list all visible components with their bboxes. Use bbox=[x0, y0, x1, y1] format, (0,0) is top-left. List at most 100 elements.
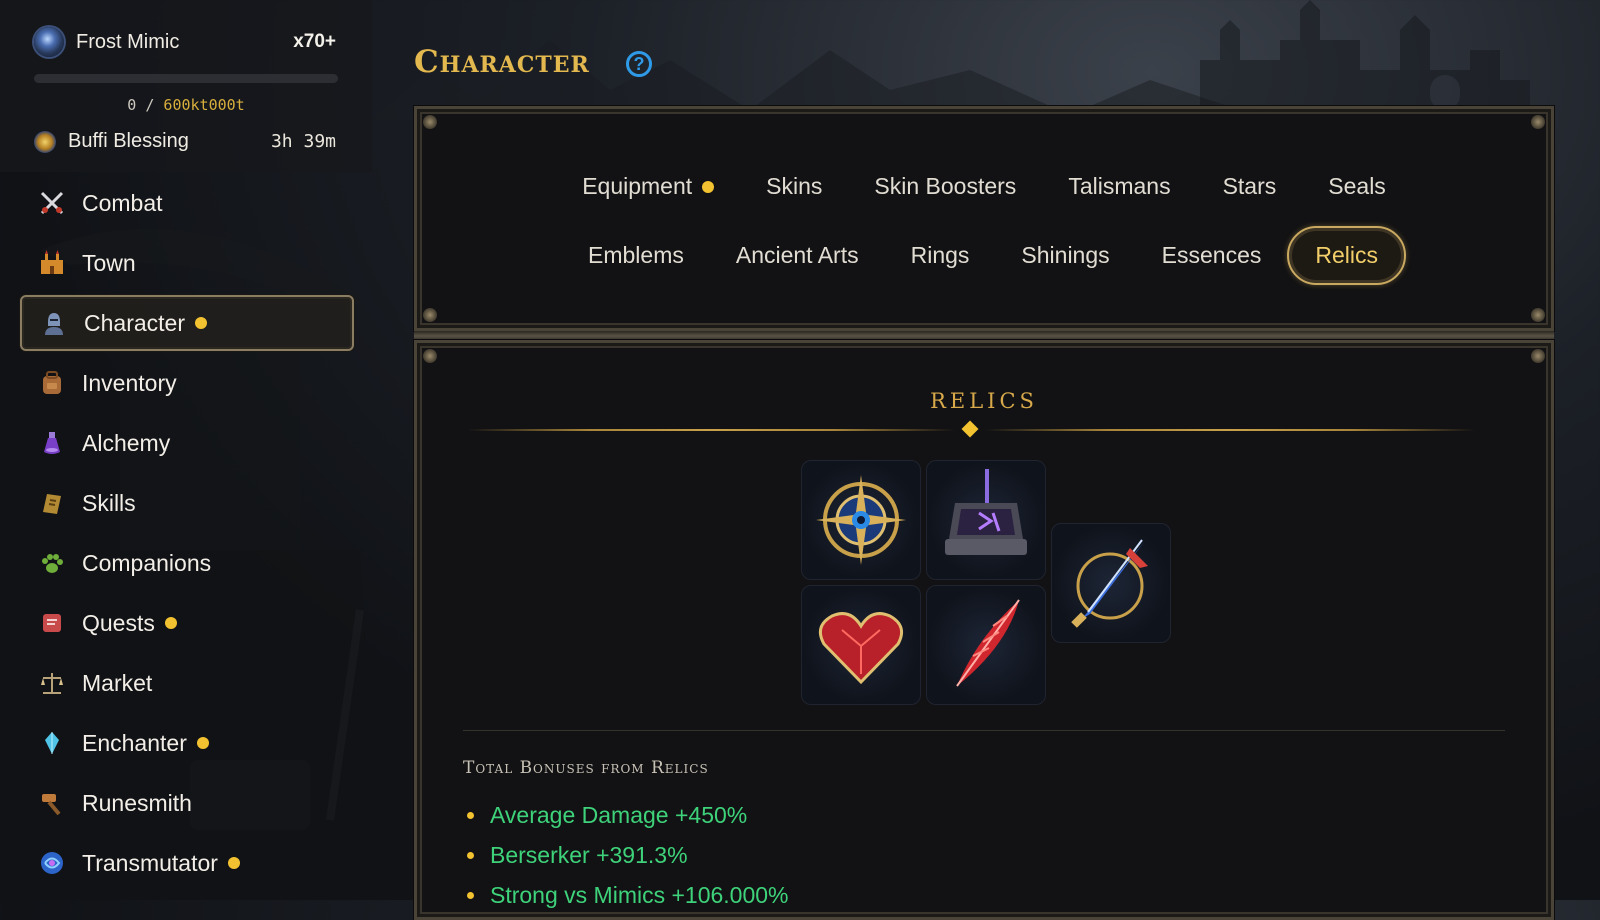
tab-label: Stars bbox=[1222, 173, 1277, 199]
buff-row[interactable]: Buffi Blessing 3h 39m bbox=[34, 130, 336, 153]
buff-timer: 3h 39m bbox=[270, 131, 336, 152]
profile-panel: Frost Mimic x70+ 0 / 600kt000t Buffi Ble… bbox=[0, 0, 372, 172]
notification-dot bbox=[194, 317, 207, 329]
relics-panel: RELICS Total Bonuses from Relics Average… bbox=[414, 340, 1554, 920]
xp-progress-bar bbox=[34, 74, 338, 83]
crimson-feather-relic-icon[interactable] bbox=[926, 585, 1046, 705]
sidebar-item-combat[interactable]: Combat bbox=[20, 175, 354, 231]
xp-cap: 600kt000t bbox=[163, 96, 245, 114]
backpack-icon bbox=[38, 369, 66, 397]
sidebar-item-inventory[interactable]: Inventory bbox=[20, 355, 354, 411]
sidebar-item-label: Town bbox=[82, 249, 136, 276]
frame-rivet bbox=[423, 308, 437, 322]
frame-rivet bbox=[1531, 115, 1545, 129]
tab-relics[interactable]: Relics bbox=[1287, 226, 1406, 285]
ornament-divider bbox=[985, 429, 1475, 431]
hammer-icon bbox=[38, 789, 66, 817]
notification-dot bbox=[196, 737, 209, 749]
sidebar-item-label: Enchanter bbox=[82, 729, 187, 756]
sidebar-item-label: Skills bbox=[82, 489, 136, 516]
tab-shinings[interactable]: Shinings bbox=[995, 228, 1135, 283]
sidebar-item-transmutator[interactable]: Transmutator bbox=[20, 835, 354, 891]
sidebar-item-alchemy[interactable]: Alchemy bbox=[20, 415, 354, 471]
help-icon[interactable]: ? bbox=[626, 51, 652, 77]
rune-anvil-relic-icon[interactable] bbox=[926, 460, 1046, 580]
tab-label: Ancient Arts bbox=[735, 242, 859, 268]
tab-label: Seals bbox=[1328, 173, 1386, 199]
ornament-divider bbox=[467, 429, 955, 431]
compass-relic-icon[interactable] bbox=[801, 460, 921, 580]
tab-ancient-arts[interactable]: Ancient Arts bbox=[710, 228, 885, 283]
bonus-text: Average Damage +450% bbox=[490, 801, 748, 828]
profile-row: Frost Mimic x70+ bbox=[34, 27, 336, 57]
tab-label: Shinings bbox=[1021, 242, 1110, 268]
sidebar-item-label: Combat bbox=[82, 189, 163, 216]
frame-rivet bbox=[423, 349, 437, 363]
sidebar-item-skills[interactable]: Skills bbox=[20, 475, 354, 531]
sidebar-item-quests[interactable]: Quests bbox=[20, 595, 354, 651]
sidebar-item-label: Alchemy bbox=[82, 429, 171, 456]
bonus-item: Average Damage +450% bbox=[463, 795, 789, 835]
potion-icon bbox=[38, 429, 66, 457]
knight-helmet-icon bbox=[40, 309, 68, 337]
blessing-icon bbox=[34, 130, 56, 153]
tab-label: Relics bbox=[1315, 242, 1378, 268]
crystal-heart-relic-icon[interactable] bbox=[801, 585, 921, 705]
sidebar-item-character[interactable]: Character bbox=[20, 295, 354, 351]
sidebar-item-town[interactable]: Town bbox=[20, 235, 354, 291]
page-title: Character bbox=[414, 44, 590, 80]
tab-label: Essences bbox=[1161, 242, 1262, 268]
tab-label: Rings bbox=[910, 242, 970, 268]
sidebar-item-companions[interactable]: Companions bbox=[20, 535, 354, 591]
castle-icon bbox=[38, 249, 66, 277]
notification-dot bbox=[227, 857, 240, 869]
tab-equipment[interactable]: Equipment bbox=[556, 159, 740, 214]
crossed-swords-icon bbox=[38, 189, 66, 217]
xp-current: 0 bbox=[127, 96, 137, 114]
tab-essences[interactable]: Essences bbox=[1136, 228, 1288, 283]
tab-rings[interactable]: Rings bbox=[885, 228, 996, 283]
xp-separator: / bbox=[145, 96, 155, 114]
tab-emblems[interactable]: Emblems bbox=[562, 228, 710, 283]
frame-rivet bbox=[1531, 308, 1545, 322]
sidebar-item-label: Inventory bbox=[82, 369, 177, 396]
sidebar-item-label: Runesmith bbox=[82, 789, 192, 816]
sidebar-item-label: Transmutator bbox=[82, 849, 218, 876]
sidebar-item-label: Companions bbox=[82, 549, 212, 576]
tab-label: Skin Boosters bbox=[874, 173, 1017, 199]
diamond-ornament-icon bbox=[961, 420, 979, 438]
tab-row-1: Equipment Skins Skin Boosters Talismans … bbox=[417, 159, 1551, 214]
tab-label: Skins bbox=[766, 173, 823, 199]
spellbook-icon bbox=[38, 489, 66, 517]
frame-rivet bbox=[1531, 349, 1545, 363]
notification-dot bbox=[164, 617, 177, 629]
swirl-orb-icon bbox=[38, 849, 66, 877]
relics-section-title: RELICS bbox=[930, 389, 1038, 413]
sidebar-item-market[interactable]: Market bbox=[20, 655, 354, 711]
tab-label: Emblems bbox=[588, 242, 684, 268]
buff-name: Buffi Blessing bbox=[68, 130, 189, 152]
tab-skin-boosters[interactable]: Skin Boosters bbox=[848, 159, 1042, 214]
scales-icon bbox=[38, 669, 66, 697]
bullet-icon bbox=[467, 811, 474, 819]
section-divider bbox=[463, 730, 1505, 731]
tab-label: Talismans bbox=[1068, 173, 1171, 199]
tab-skins[interactable]: Skins bbox=[740, 159, 848, 214]
character-name: Frost Mimic bbox=[76, 30, 180, 53]
bullet-icon bbox=[467, 851, 474, 859]
sidebar-item-label: Market bbox=[82, 669, 153, 696]
frame-rivet bbox=[423, 115, 437, 129]
dragon-sword-relic-icon[interactable] bbox=[1051, 523, 1171, 643]
tab-stars[interactable]: Stars bbox=[1197, 159, 1303, 214]
tab-row-2: Emblems Ancient Arts Rings Shinings Esse… bbox=[417, 226, 1551, 285]
tab-seals[interactable]: Seals bbox=[1302, 159, 1412, 214]
sidebar-item-runesmith[interactable]: Runesmith bbox=[20, 775, 354, 831]
paw-icon bbox=[38, 549, 66, 577]
tab-talismans[interactable]: Talismans bbox=[1042, 159, 1196, 214]
sidebar-item-enchanter[interactable]: Enchanter bbox=[20, 715, 354, 771]
bonus-item: Berserker +391.3% bbox=[463, 835, 789, 875]
bullet-icon bbox=[467, 891, 474, 899]
sidebar-item-label: Character bbox=[84, 309, 185, 336]
frost-mimic-avatar-icon[interactable] bbox=[34, 27, 64, 57]
scroll-icon bbox=[38, 609, 66, 637]
